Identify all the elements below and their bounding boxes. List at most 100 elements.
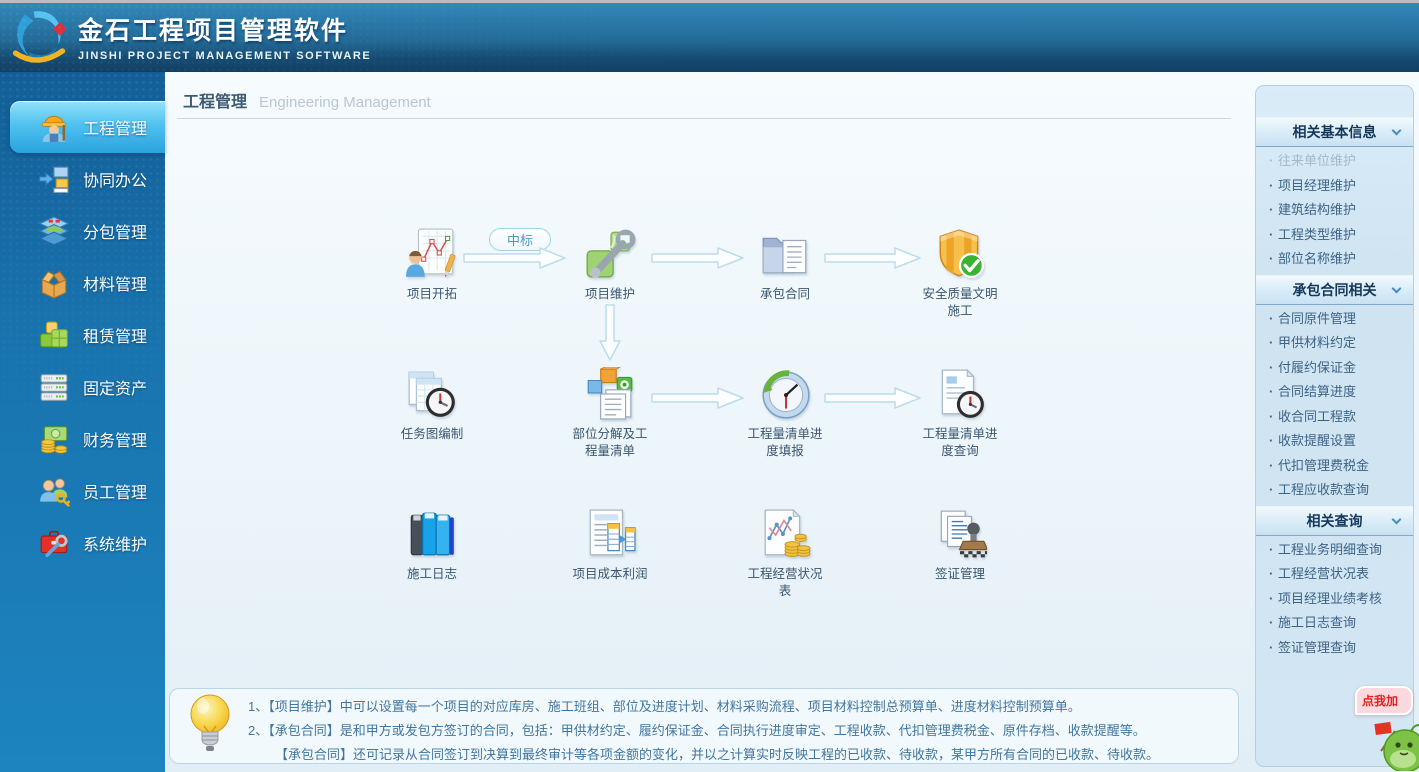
flow-node-label: 项目维护 — [584, 287, 635, 301]
sidebar-item-label: 系统维护 — [83, 537, 148, 554]
sidebar-item-office[interactable]: 协同办公 — [0, 153, 165, 205]
folder-document-icon — [758, 227, 812, 281]
link-item[interactable]: 收款提醒设置 — [1256, 429, 1413, 454]
flow-node-label: 项目成本利润 — [572, 567, 648, 581]
sidebar-item-employee[interactable]: 员工管理 — [0, 465, 165, 517]
link-item[interactable]: 合同结算进度 — [1256, 380, 1413, 405]
flow-node-label: 工程经营状况表 — [747, 567, 823, 598]
flow-node-label: 部位分解及工程量清单 — [572, 427, 648, 458]
employee-key-icon — [40, 478, 70, 507]
sidebar-item-label: 材料管理 — [83, 277, 148, 294]
link-item[interactable]: 合同原件管理 — [1256, 307, 1413, 332]
link-item[interactable]: 往来单位维护 — [1256, 149, 1413, 174]
lightbulb-icon — [190, 694, 230, 751]
link-item[interactable]: 项目经理业绩考核 — [1256, 587, 1413, 612]
flow-node-safety-quality[interactable]: 安全质量文明施工 — [890, 227, 1030, 320]
section-links: 合同原件管理 甲供材料约定 付履约保证金 合同结算进度 收合同工程款 收款提醒设… — [1256, 305, 1413, 506]
chart-coins-icon — [758, 507, 812, 561]
assistant-mascot[interactable]: 点我加 — [1353, 686, 1419, 772]
books-icon — [405, 507, 459, 561]
tip-line: 【承包合同】还可记录从合同签订到决算到最终审计等各项金额的变化，并以之计算实时反… — [275, 747, 1160, 762]
flow-node-construction-log[interactable]: 施工日志 — [362, 507, 502, 583]
mascot-character-icon — [1374, 721, 1419, 772]
sidebar-item-fixed-assets[interactable]: 固定资产 — [0, 361, 165, 413]
page-title-en: Engineering Management — [259, 94, 431, 111]
sidebar-item-label: 员工管理 — [83, 485, 148, 502]
link-item[interactable]: 甲供材料约定 — [1256, 331, 1413, 356]
sidebar-item-material[interactable]: 材料管理 — [0, 257, 165, 309]
link-item[interactable]: 工程类型维护 — [1256, 223, 1413, 248]
brand-text: 金石工程项目管理软件 JINSHI PROJECT MANAGEMENT SOF… — [78, 11, 371, 62]
flow-node-label: 项目开拓 — [406, 287, 457, 301]
sidebar-item-label: 分包管理 — [83, 225, 148, 242]
chevron-down-icon — [1391, 514, 1402, 524]
app-window: 金石工程项目管理软件 JINSHI PROJECT MANAGEMENT SOF… — [0, 0, 1419, 772]
link-item[interactable]: 工程应收款查询 — [1256, 478, 1413, 503]
layers-icon — [38, 216, 70, 246]
document-clock-icon — [933, 367, 987, 421]
flow-node-progress-query[interactable]: 工程量清单进度查询 — [890, 367, 1030, 460]
lease-blocks-icon — [40, 321, 68, 348]
tip-line: 2、【承包合同】是和甲方或发包方签订的合同，包括：甲供材约定、履约保证金、合同执… — [248, 723, 1146, 738]
system-toolbox-icon — [40, 530, 68, 558]
flow-node-visa-manage[interactable]: 签证管理 — [890, 507, 1030, 583]
left-nav-sidebar: 工程管理 协同办公 分包管理 材料管理 租赁管理 固定资产 财务管理 员工管理 … — [0, 72, 165, 772]
chevron-down-icon — [1391, 283, 1402, 293]
arrow-down-icon — [599, 304, 621, 361]
collaboration-icon — [39, 166, 69, 193]
sidebar-item-finance[interactable]: 财务管理 — [0, 413, 165, 465]
link-item[interactable]: 部位名称维护 — [1256, 247, 1413, 272]
sidebar-item-label: 协同办公 — [83, 173, 148, 190]
app-subtitle: JINSHI PROJECT MANAGEMENT SOFTWARE — [78, 49, 372, 62]
sidebar-item-label: 固定资产 — [83, 381, 148, 398]
sidebar-item-label: 财务管理 — [83, 433, 148, 450]
flow-node-cost-profit[interactable]: 项目成本利润 — [540, 507, 680, 583]
link-item[interactable]: 工程业务明细查询 — [1256, 538, 1413, 563]
shield-check-icon — [933, 227, 987, 281]
sidebar-item-lease[interactable]: 租赁管理 — [0, 309, 165, 361]
flow-node-label: 安全质量文明施工 — [922, 287, 998, 318]
flow-node-task-chart[interactable]: 任务图编制 — [362, 367, 502, 443]
sheet-clock-icon — [405, 367, 459, 421]
section-links: 工程业务明细查询 工程经营状况表 项目经理业绩考核 施工日志查询 签证管理查询 — [1256, 536, 1413, 664]
sidebar-item-label: 工程管理 — [83, 121, 148, 138]
flow-node-progress-fill[interactable]: 工程量清单进度填报 — [715, 367, 855, 460]
link-item[interactable]: 付履约保证金 — [1256, 356, 1413, 381]
flow-node-label: 工程量清单进度查询 — [922, 427, 998, 458]
link-item[interactable]: 收合同工程款 — [1256, 405, 1413, 430]
sidebar-item-label: 租赁管理 — [83, 329, 148, 346]
tips-panel: 1、【项目维护】中可以设置每一个项目的对应库房、施工班组、部位及进度计划、材料采… — [169, 688, 1239, 764]
brand: 金石工程项目管理软件 JINSHI PROJECT MANAGEMENT SOF… — [8, 5, 371, 67]
material-box-icon — [41, 271, 67, 299]
section-links: 往来单位维护 项目经理维护 建筑结构维护 工程类型维护 部位名称维护 — [1256, 147, 1413, 275]
flow-node-label: 签证管理 — [934, 567, 985, 581]
section-title: 承包合同相关 — [1292, 281, 1377, 298]
section-header-query[interactable]: 相关查询 — [1256, 505, 1413, 536]
flow-node-label: 任务图编制 — [400, 427, 464, 441]
section-header-contract[interactable]: 承包合同相关 — [1256, 274, 1413, 305]
section-title: 相关查询 — [1306, 512, 1363, 529]
link-item[interactable]: 建筑结构维护 — [1256, 198, 1413, 223]
section-header-basic-info[interactable]: 相关基本信息 — [1256, 117, 1413, 147]
sidebar-item-subcontract[interactable]: 分包管理 — [0, 205, 165, 257]
link-item[interactable]: 项目经理维护 — [1256, 174, 1413, 199]
link-item[interactable]: 代扣管理费税金 — [1256, 454, 1413, 479]
blocks-wrench-icon — [583, 227, 637, 281]
link-item[interactable]: 施工日志查询 — [1256, 611, 1413, 636]
app-title: 金石工程项目管理软件 — [78, 16, 349, 45]
sidebar-item-system[interactable]: 系统维护 — [0, 517, 165, 569]
mascot-bubble[interactable]: 点我加 — [1355, 686, 1413, 715]
app-header: 金石工程项目管理软件 JINSHI PROJECT MANAGEMENT SOF… — [0, 3, 1419, 72]
flow-node-operation-status[interactable]: 工程经营状况表 — [715, 507, 855, 600]
mascot-bubble-text: 点我加 — [1362, 694, 1399, 708]
related-links-panel: 相关基本信息 往来单位维护 项目经理维护 建筑结构维护 工程类型维护 部位名称维… — [1255, 85, 1414, 767]
assets-server-icon — [40, 374, 68, 401]
document-tables-icon — [583, 507, 637, 561]
sidebar-item-engineering[interactable]: 工程管理 — [10, 101, 165, 153]
link-item[interactable]: 工程经营状况表 — [1256, 562, 1413, 587]
jinshi-logo-icon — [12, 11, 67, 63]
flow-node-part-decompose[interactable]: 部位分解及工程量清单 — [540, 366, 680, 460]
link-item[interactable]: 签证管理查询 — [1256, 636, 1413, 661]
chevron-down-icon — [1391, 125, 1402, 136]
section-title: 相关基本信息 — [1292, 124, 1377, 140]
